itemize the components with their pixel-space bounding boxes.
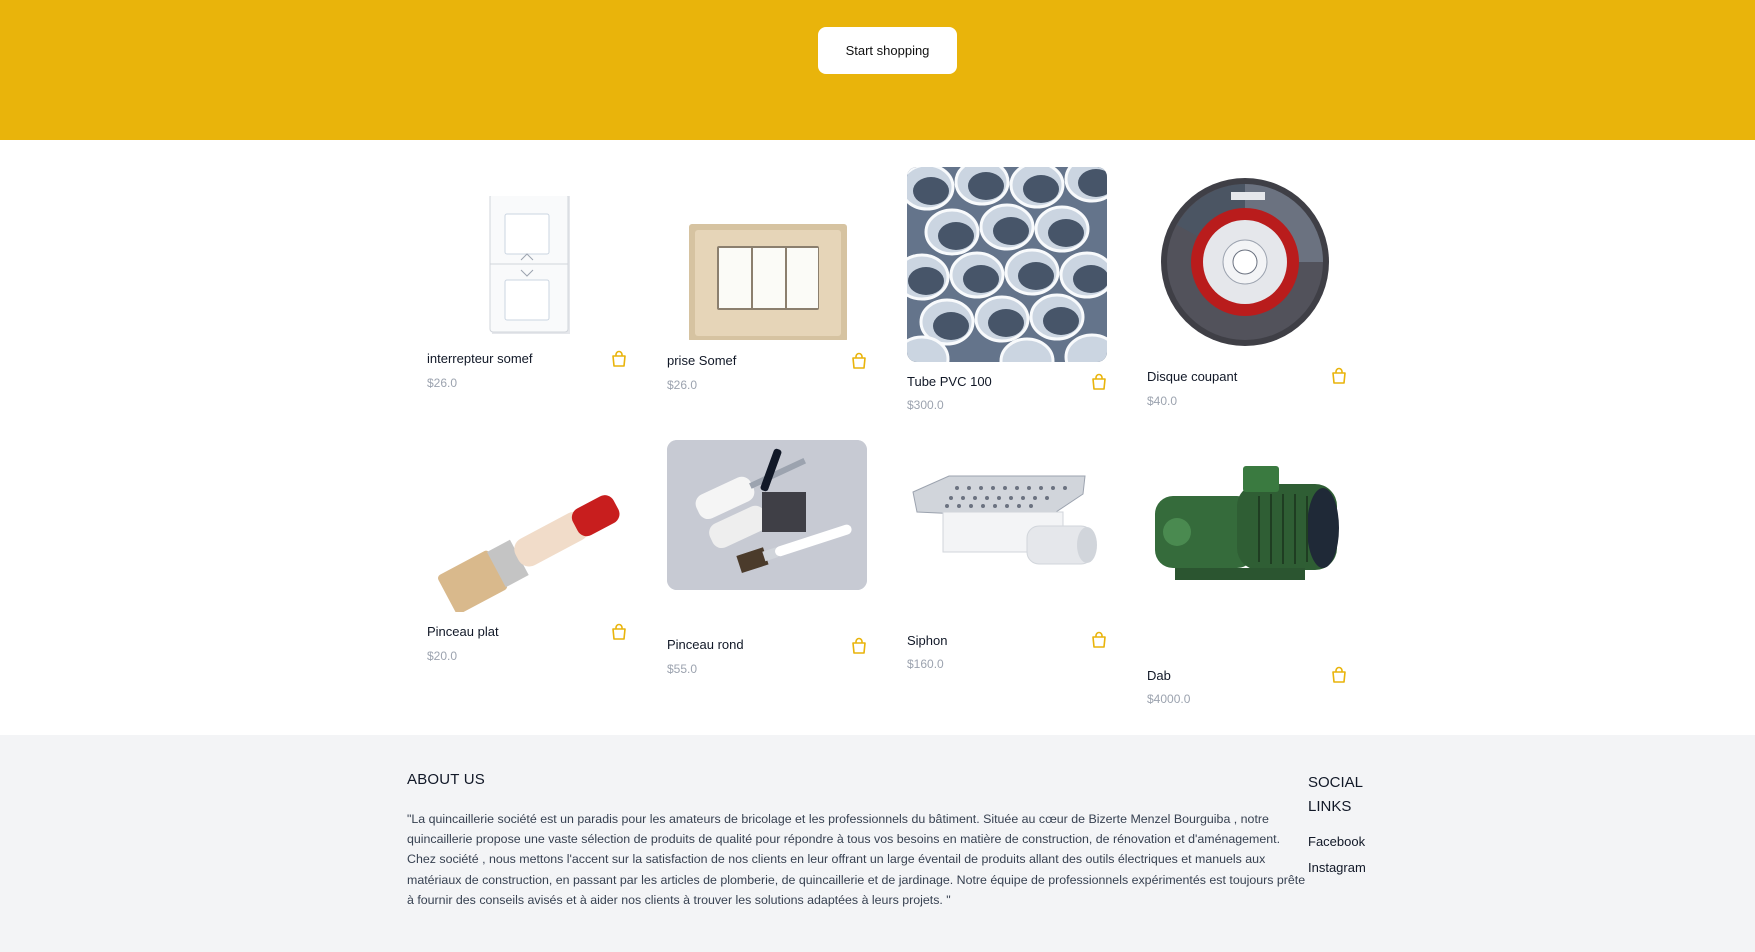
about-paragraph: "La quincaillerie société est un paradis… (407, 812, 1281, 847)
product-image-socket[interactable] (667, 200, 867, 340)
product-name[interactable]: Pinceau plat (427, 624, 499, 639)
facebook-link[interactable]: Facebook (1308, 834, 1365, 849)
product-card[interactable]: Pinceau rond $55.0 (667, 440, 868, 676)
product-card[interactable]: Pinceau plat $20.0 (427, 440, 627, 670)
product-image-water-pump[interactable] (1147, 456, 1347, 636)
social-links-heading: SOCIAL LINKS (1308, 774, 1363, 815)
product-price: $55.0 (667, 662, 698, 676)
product-card[interactable]: Disque coupant $40.0 (1147, 140, 1347, 410)
bag-icon[interactable] (1090, 631, 1108, 649)
product-image-siphon[interactable] (907, 460, 1107, 610)
product-image-round-brush[interactable] (667, 440, 867, 590)
bag-icon[interactable] (1330, 367, 1348, 385)
product-image-switch[interactable] (427, 196, 627, 336)
product-image-cutting-disc[interactable] (1147, 170, 1347, 350)
product-image-pvc-tube[interactable] (907, 167, 1107, 362)
footer: ABOUT US "La quincaillerie société est u… (0, 735, 1755, 952)
about-us-heading: ABOUT US (407, 771, 486, 788)
product-grid: interrepteur somef $26.0 prise Somef $26… (0, 140, 1755, 735)
product-name[interactable]: Tube PVC 100 (907, 374, 992, 389)
about-paragraph: Chez société , nous mettons l'accent sur… (407, 852, 1306, 907)
product-name[interactable]: prise Somef (667, 353, 736, 368)
bag-icon[interactable] (850, 637, 868, 655)
product-card[interactable]: prise Somef $26.0 (667, 140, 867, 400)
product-name[interactable]: Disque coupant (1147, 369, 1237, 384)
hero-banner: Start shopping (0, 0, 1755, 140)
product-name[interactable]: interrepteur somef (427, 351, 533, 366)
product-card[interactable]: Siphon $160.0 (907, 440, 1108, 671)
product-card[interactable]: Dab $4000.0 (1147, 440, 1348, 706)
product-price: $26.0 (667, 378, 698, 392)
product-name[interactable]: Dab (1147, 668, 1171, 683)
bag-icon[interactable] (1330, 666, 1348, 684)
product-price: $40.0 (1147, 394, 1178, 408)
about-us-text: "La quincaillerie société est un paradis… (407, 809, 1307, 910)
product-price: $26.0 (427, 376, 458, 390)
product-card[interactable]: Tube PVC 100 $300.0 (907, 140, 1108, 412)
product-image-flat-brush[interactable] (427, 472, 627, 612)
bag-icon[interactable] (610, 350, 628, 368)
product-price: $160.0 (907, 657, 944, 671)
bag-icon[interactable] (1090, 373, 1108, 391)
product-name[interactable]: Siphon (907, 633, 947, 648)
instagram-link[interactable]: Instagram (1308, 860, 1366, 875)
bag-icon[interactable] (610, 623, 628, 641)
product-price: $4000.0 (1147, 692, 1191, 706)
product-name[interactable]: Pinceau rond (667, 637, 744, 652)
bag-icon[interactable] (850, 352, 868, 370)
start-shopping-button[interactable]: Start shopping (818, 27, 957, 74)
product-price: $300.0 (907, 398, 944, 412)
product-price: $20.0 (427, 649, 458, 663)
product-card[interactable]: interrepteur somef $26.0 (427, 140, 627, 400)
